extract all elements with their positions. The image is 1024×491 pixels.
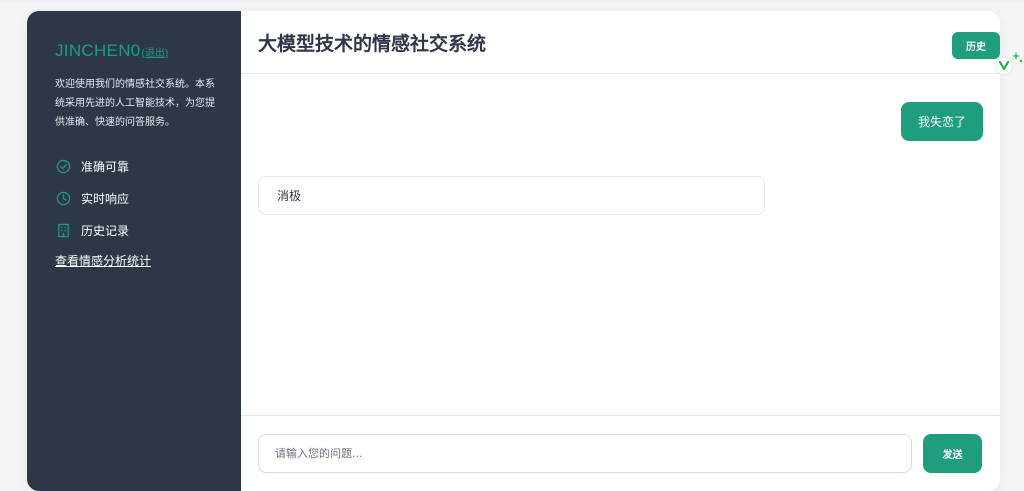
feature-label: 实时响应 [81,191,130,206]
clock-icon [55,190,71,206]
send-button[interactable]: 发送 [923,434,982,473]
feature-item-history: 历史记录 [55,214,241,246]
input-bar: 发送 [241,415,1000,491]
history-button[interactable]: 历史 [952,32,1000,59]
header: 大模型技术的情感社交系统 历史 [241,11,1000,74]
main-panel: 大模型技术的情感社交系统 历史 我失恋了 消极 发送 [241,11,1000,491]
username: JINCHEN0 [55,41,141,60]
check-circle-icon [55,158,71,174]
welcome-text: 欢迎使用我们的情感社交系统。本系统采用先进的人工智能技术，为您提供准确、快速的问… [55,79,215,128]
feature-label: 准确可靠 [81,159,130,174]
bot-message: 消极 [258,176,765,215]
sidebar: JINCHEN0 (退出) 欢迎使用我们的情感社交系统。本系统采用先进的人工智能… [27,11,241,491]
feature-list: 准确可靠 实时响应 历史记录 [55,150,241,246]
brand: JINCHEN0 (退出) [55,41,241,61]
page-title: 大模型技术的情感社交系统 [258,32,487,55]
user-message: 我失恋了 [900,102,983,141]
assistant-widget-icon[interactable] [994,50,1024,78]
app-window: JINCHEN0 (退出) 欢迎使用我们的情感社交系统。本系统采用先进的人工智能… [27,11,1000,491]
chat-area: 我失恋了 消极 [241,74,1000,414]
logout-link[interactable]: (退出) [142,44,169,59]
feature-label: 历史记录 [81,223,130,238]
building-icon [55,222,71,238]
feature-item-realtime: 实时响应 [55,182,241,214]
top-border [0,0,1024,3]
sentiment-stats-link[interactable]: 查看情感分析统计 [55,252,151,269]
feature-item-accurate: 准确可靠 [55,150,241,182]
question-input[interactable] [258,434,912,473]
